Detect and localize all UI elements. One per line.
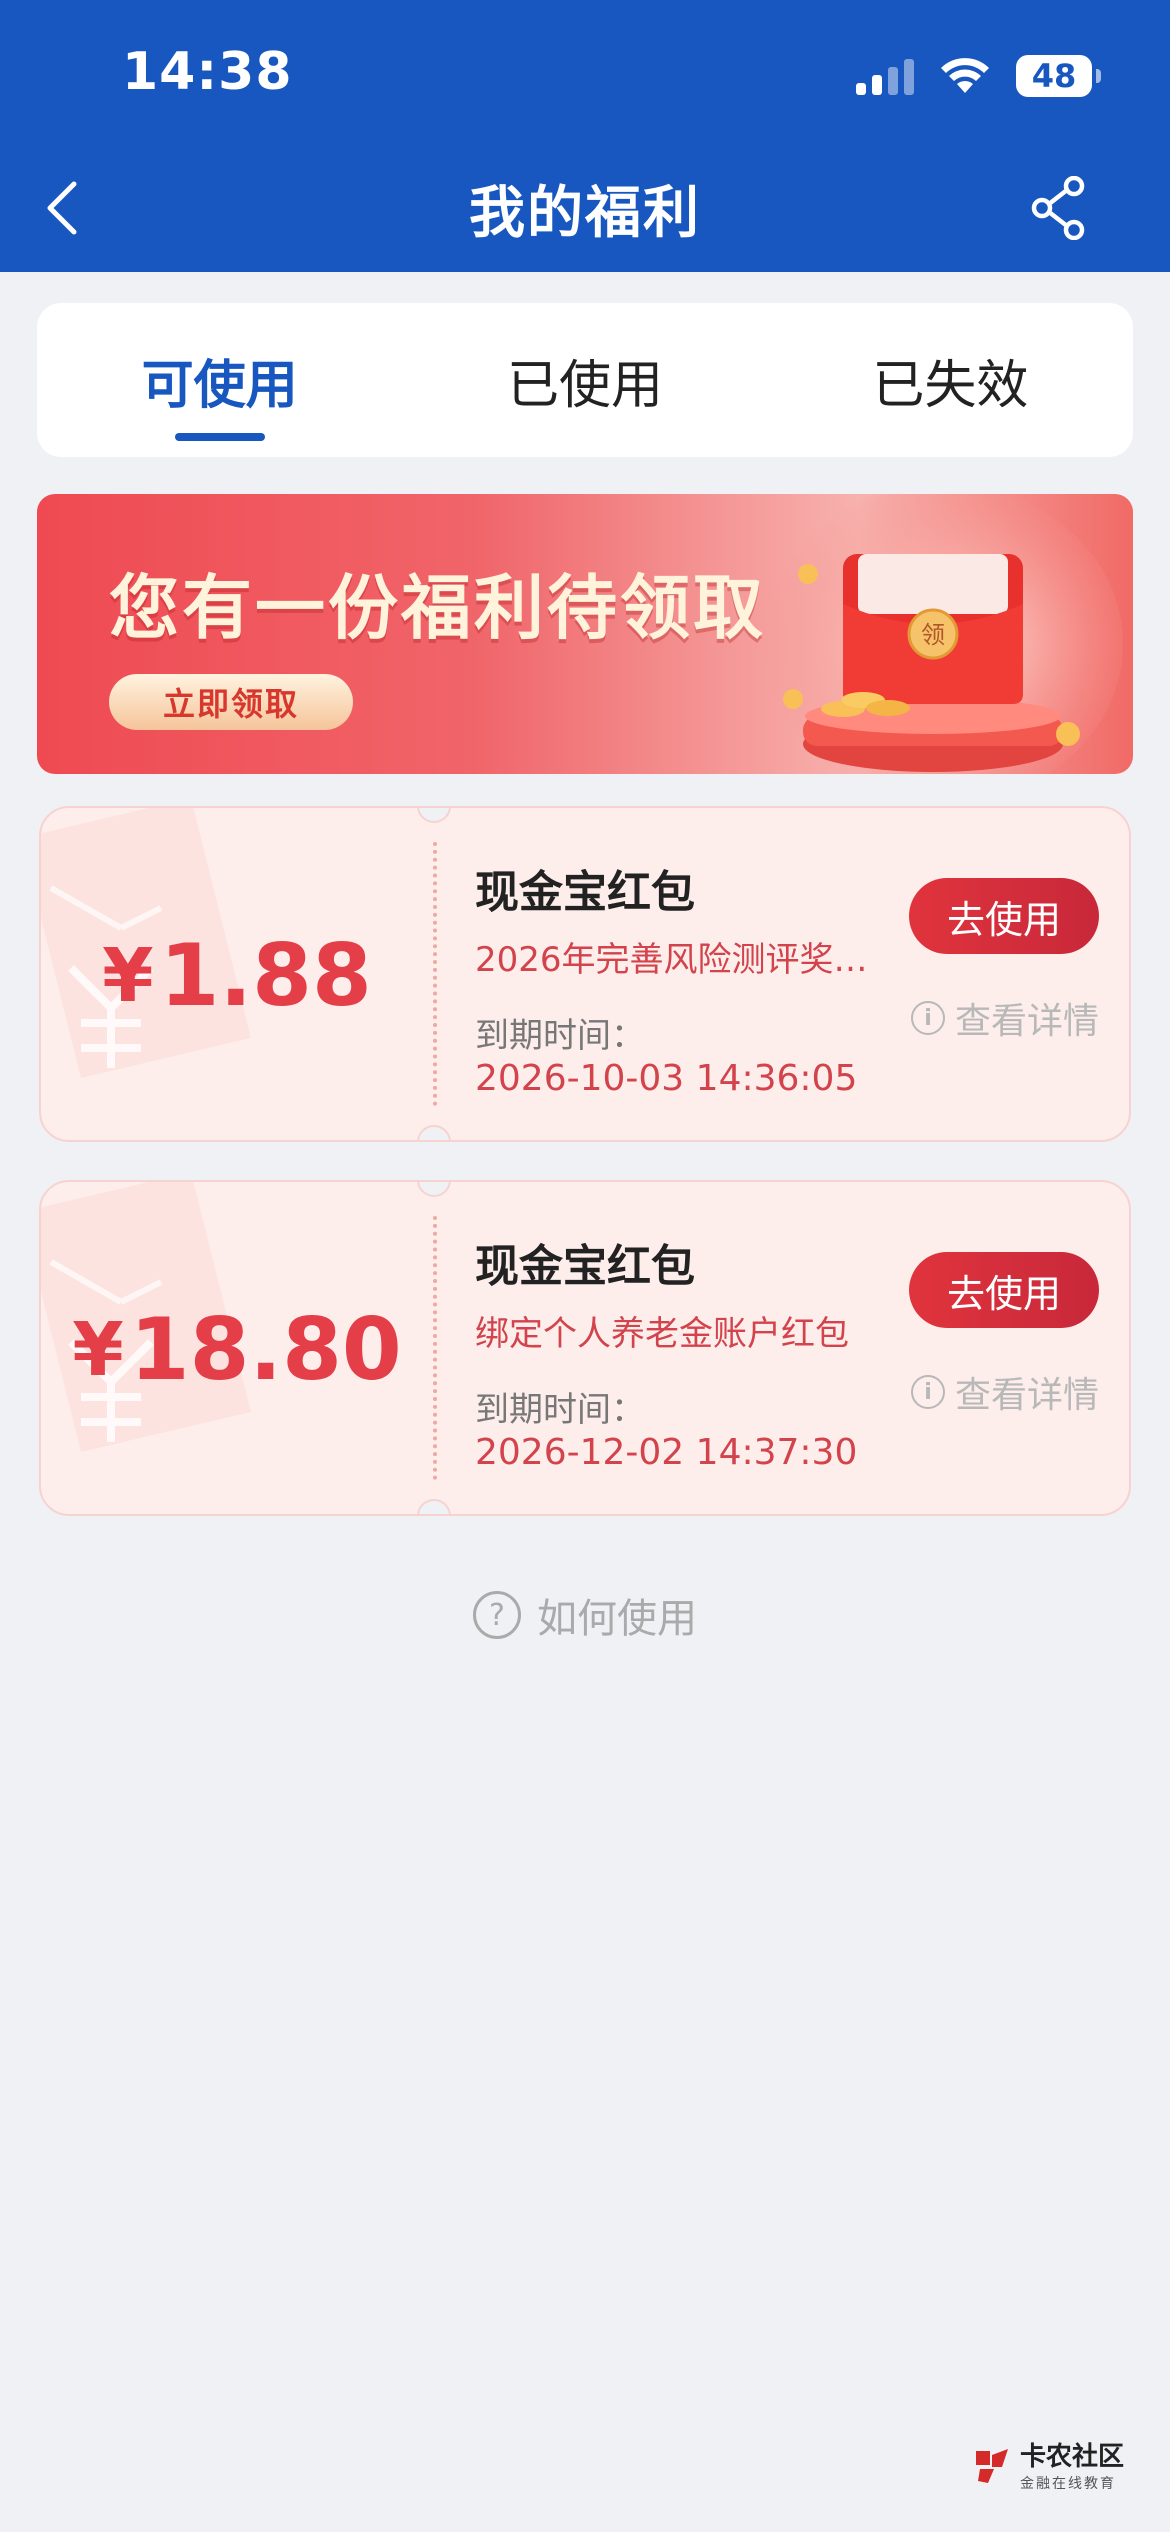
coupon-title: 现金宝红包 <box>475 867 695 918</box>
banner-title: 您有一份福利待领取 <box>109 567 766 649</box>
coupon-title: 现金宝红包 <box>475 1241 695 1292</box>
status-time: 14:38 <box>122 42 293 102</box>
battery-level: 48 <box>1031 57 1077 95</box>
use-button[interactable]: 去使用 <box>909 878 1099 954</box>
red-envelope-illustration: 领 <box>763 494 1123 774</box>
coupon-amount: ¥ 18.80 <box>41 1182 433 1514</box>
view-details-link[interactable]: i 查看详情 <box>910 1366 1099 1418</box>
share-icon <box>1031 175 1085 241</box>
envelope-label: 领 <box>921 621 945 649</box>
expiry-value: 2026-10-03 14:36:05 <box>475 1058 858 1099</box>
amount-value: 1.88 <box>159 926 372 1026</box>
status-icons: 48 <box>856 54 1101 98</box>
info-icon: i <box>910 1001 945 1035</box>
expiry-label: 到期时间： <box>475 1016 645 1056</box>
how-to-use-link[interactable]: ? 如何使用 <box>0 1586 1170 1644</box>
coupon-description: 2026年完善风险测评奖… <box>475 940 868 980</box>
battery-icon: 48 <box>1016 55 1101 97</box>
coupon-card: ¥ 18.80 现金宝红包 绑定个人养老金账户红包 到期时间： 2026-12-… <box>39 1180 1131 1516</box>
tab-used[interactable]: 已使用 <box>402 303 767 457</box>
site-watermark: 卡农社区 金融在线教育 <box>972 2436 1124 2493</box>
tab-expired[interactable]: 已失效 <box>768 303 1133 457</box>
page-title: 我的福利 <box>469 181 701 246</box>
watermark-subtitle: 金融在线教育 <box>1020 2476 1116 2492</box>
share-button[interactable] <box>1030 175 1086 241</box>
currency-symbol: ¥ <box>72 1307 124 1393</box>
view-details-label: 查看详情 <box>954 1001 1099 1042</box>
currency-symbol: ¥ <box>102 933 154 1019</box>
view-details-link[interactable]: i 查看详情 <box>910 992 1099 1044</box>
tab-available[interactable]: 可使用 <box>37 303 402 457</box>
use-button[interactable]: 去使用 <box>909 1252 1099 1328</box>
wifi-icon <box>941 58 989 93</box>
coupon-amount: ¥ 1.88 <box>41 808 433 1140</box>
expiry-label: 到期时间： <box>475 1390 645 1430</box>
promo-banner[interactable]: 您有一份福利待领取 立即领取 领 <box>37 494 1133 774</box>
coupon-description: 绑定个人养老金账户红包 <box>475 1314 849 1354</box>
info-icon: i <box>910 1375 945 1409</box>
kanong-logo-icon <box>976 2448 1008 2483</box>
dotted-divider <box>433 1216 437 1480</box>
cellular-signal-icon <box>856 57 914 95</box>
view-details-label: 查看详情 <box>954 1375 1099 1416</box>
watermark-title: 卡农社区 <box>1020 2442 1125 2472</box>
amount-value: 18.80 <box>129 1300 402 1400</box>
dotted-divider <box>433 842 437 1106</box>
coupon-card: ¥ 1.88 现金宝红包 2026年完善风险测评奖… 到期时间： 2026-10… <box>39 806 1131 1142</box>
app-header: 14:38 48 我的福利 <box>0 0 1170 272</box>
question-icon: ? <box>473 1591 521 1639</box>
how-to-use-label: 如何使用 <box>537 1596 697 1642</box>
tab-bar: 可使用 已使用 已失效 <box>37 303 1133 457</box>
claim-now-button[interactable]: 立即领取 <box>109 674 353 730</box>
expiry-value: 2026-12-02 14:37:30 <box>475 1432 858 1473</box>
